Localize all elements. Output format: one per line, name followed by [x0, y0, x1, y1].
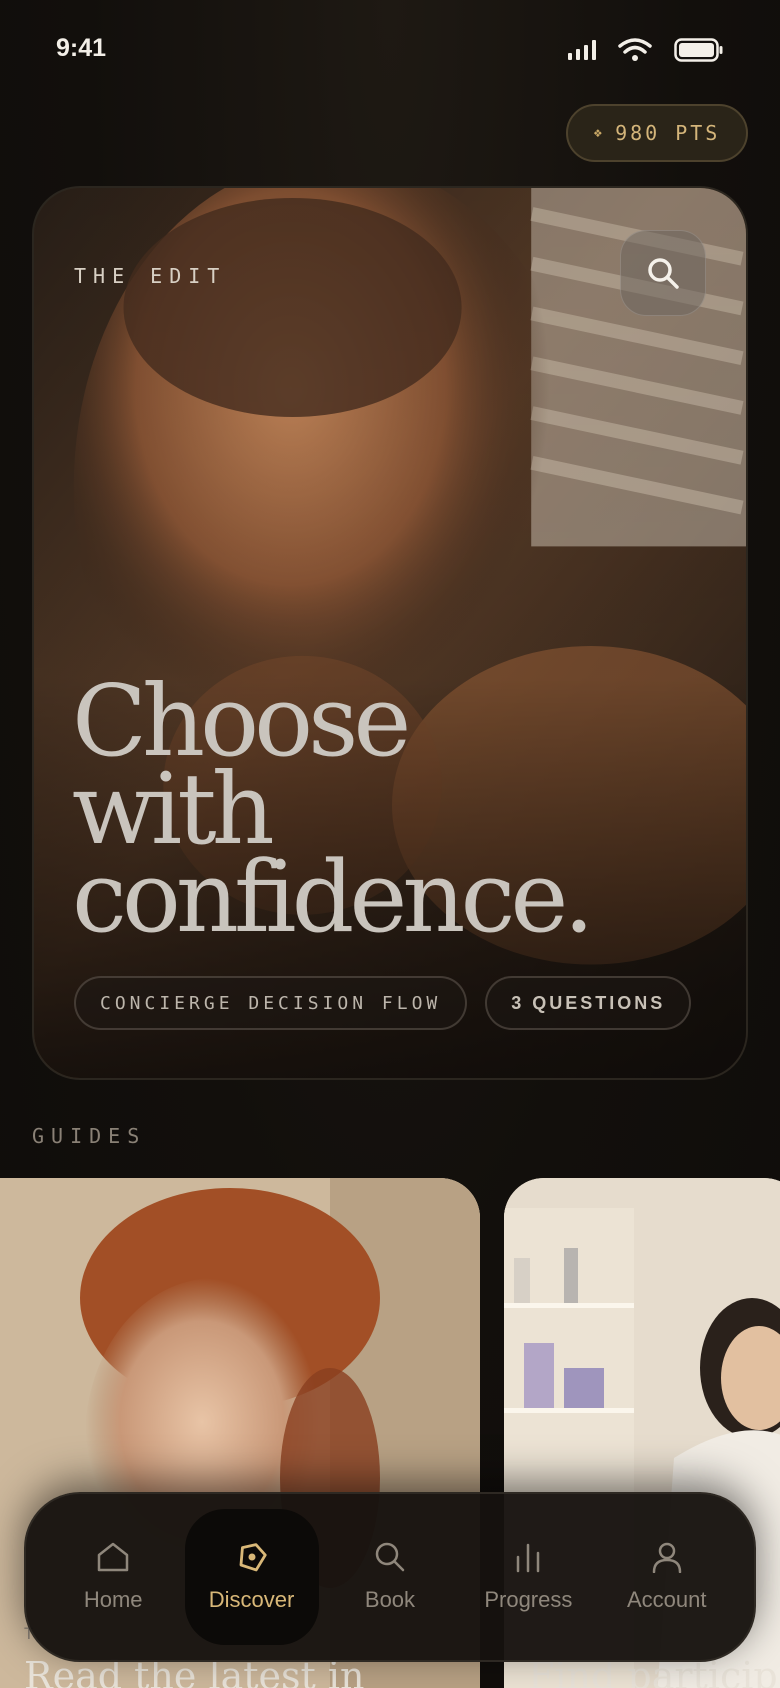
points-diamond-icon: ❖	[593, 125, 606, 141]
tab-book[interactable]: Book	[323, 1509, 457, 1645]
home-icon	[97, 1542, 129, 1572]
status-time: 9:41	[56, 34, 107, 62]
search-icon	[648, 258, 679, 289]
bar-chart-icon	[517, 1543, 540, 1573]
points-balance-button[interactable]: ❖ 980 PTS	[566, 104, 748, 162]
battery-icon	[674, 38, 723, 62]
search-button[interactable]	[620, 230, 706, 316]
tab-label-book: Book	[364, 1587, 416, 1612]
tab-label-progress: Progress	[484, 1587, 573, 1612]
points-label: 980 PTS	[615, 121, 721, 145]
user-icon	[652, 1542, 681, 1573]
cellular-signal-icon	[568, 40, 596, 60]
tab-account[interactable]: Account	[600, 1509, 734, 1645]
question-count-chip[interactable]: 3 QUESTIONS	[485, 976, 692, 1030]
wifi-icon	[618, 38, 652, 61]
guides-section-label: GUIDES	[32, 1124, 147, 1148]
search-icon	[375, 1542, 405, 1572]
tab-progress[interactable]: Progress	[461, 1509, 595, 1645]
hero-headline: Choose with confidence.	[72, 673, 712, 955]
tab-discover[interactable]: Discover	[184, 1509, 319, 1645]
tab-label-discover: Discover	[208, 1587, 295, 1612]
discover-screen: 9:41 ❖ 980 PTS THE EDIT Choose with conf…	[0, 0, 780, 1688]
tab-label-account: Account	[627, 1587, 707, 1612]
compass-icon	[239, 1543, 267, 1572]
status-bar: 9:41	[0, 0, 780, 100]
status-icons	[568, 38, 724, 62]
hero-card[interactable]: THE EDIT Choose with confidence. CONCIER…	[32, 186, 748, 1080]
bottom-tab-bar: Home Discover Book Progress Account	[24, 1492, 756, 1662]
hero-chips: CONCIERGE DECISION FLOW 3 QUESTIONS	[74, 976, 692, 1030]
concierge-flow-chip[interactable]: CONCIERGE DECISION FLOW	[74, 976, 468, 1030]
hero-eyebrow: THE EDIT	[74, 264, 227, 288]
headline-line-3: confidence.	[72, 841, 595, 955]
tab-home[interactable]: Home	[46, 1509, 180, 1645]
tab-label-home: Home	[83, 1587, 143, 1612]
